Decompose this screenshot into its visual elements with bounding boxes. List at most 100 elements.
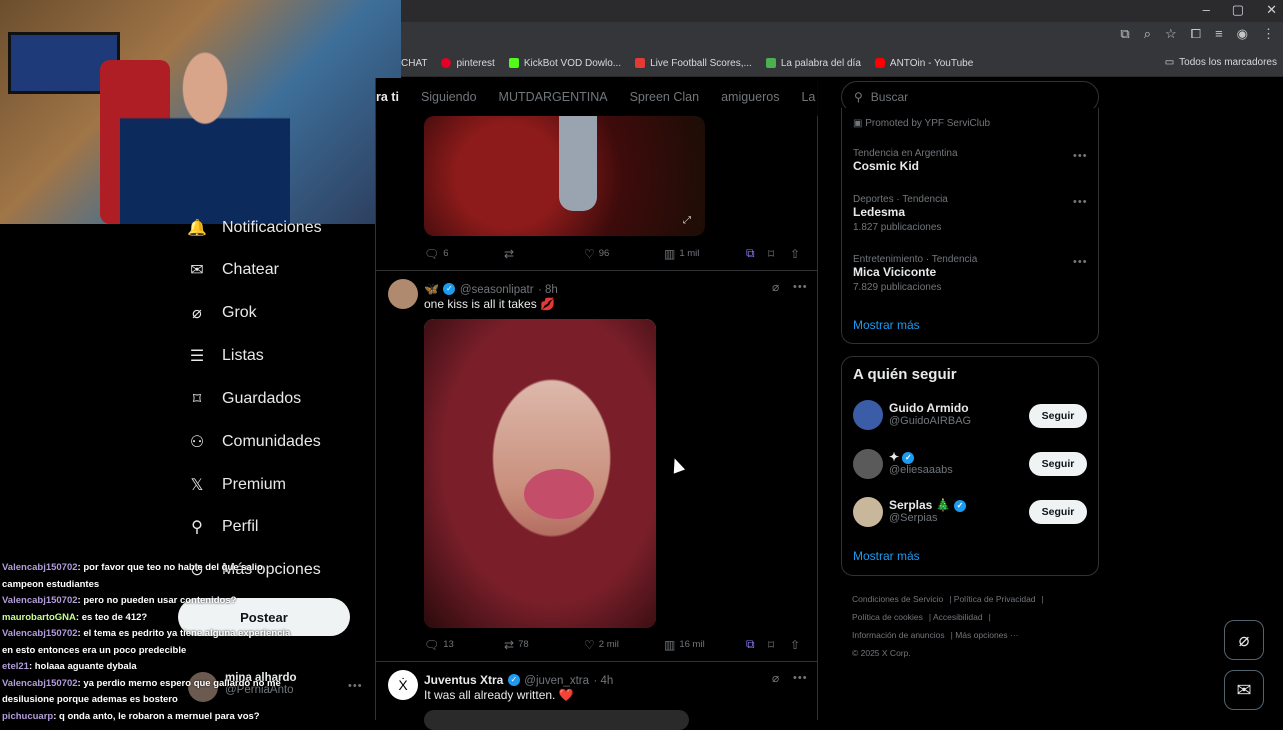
follow-suggestion[interactable]: Serplas 🎄 ✓ @Serpias	[889, 498, 966, 524]
nav-bookmarks[interactable]: ⌑ Guardados	[188, 384, 301, 414]
grok-explain-icon[interactable]: ⌀	[772, 280, 779, 294]
bookmark-youtube[interactable]: ANTOin - YouTube	[874, 58, 973, 69]
follow-button[interactable]: Seguir	[1029, 452, 1087, 476]
toolbar-icons: ⧉ ⌕ ☆ ⧠ ≡ ◉ ⋮	[1120, 26, 1275, 42]
maximize-button[interactable]: ▢	[1232, 2, 1244, 18]
tab-mutdargentina[interactable]: MUTDARGENTINA	[488, 90, 619, 104]
views-button[interactable]: ▥ 1 mil	[664, 247, 746, 261]
follow-suggestion[interactable]: Guido Armido @GuidoAIRBAG	[889, 401, 971, 427]
nav-grok[interactable]: ⌀ Grok	[188, 298, 257, 328]
footer-link[interactable]: Accesibilidad	[933, 612, 983, 622]
follow-button[interactable]: Seguir	[1029, 500, 1087, 524]
tweet-author-name[interactable]: Juventus Xtra	[424, 673, 503, 687]
sidebar-footer: Condiciones de Servicio | Política de Pri…	[852, 590, 1092, 662]
avatar[interactable]	[388, 279, 418, 309]
tweet-media[interactable]: ⤢	[424, 116, 705, 236]
chat-line: Valencabj150702: el tema es pedrito ya t…	[2, 628, 291, 656]
bookmark-pinterest[interactable]: pinterest	[441, 58, 495, 69]
tweet-author-handle[interactable]: @juven_xtra	[524, 675, 589, 687]
footer-link[interactable]: Política de Privacidad	[954, 594, 1036, 604]
reply-button[interactable]: 🗨 6	[424, 247, 504, 261]
messages-float-button[interactable]: ✉	[1224, 670, 1264, 710]
show-more-follow-link[interactable]: Mostrar más	[853, 549, 920, 563]
views-button[interactable]: ▥ 16 mil	[664, 638, 746, 652]
bookmark-icon[interactable]: ⌑	[768, 247, 790, 261]
share-icon[interactable]: ⇧	[790, 247, 806, 261]
follow-button[interactable]: Seguir	[1029, 404, 1087, 428]
nav-profile[interactable]: ⚲ Perfil	[188, 512, 258, 542]
trend-more-icon[interactable]: •••	[1073, 196, 1088, 208]
tab-following[interactable]: Siguiendo	[410, 90, 488, 104]
bookmark-chat[interactable]: CHAT	[401, 58, 427, 69]
nav-notifications[interactable]: 🔔 Notificaciones	[187, 213, 322, 243]
profile-icon[interactable]: ◉	[1237, 26, 1248, 42]
reply-icon: 🗨	[424, 637, 440, 652]
repost-button[interactable]: ⇄	[504, 247, 584, 261]
stream-chat: Valencabj150702: por favor que teo no ha…	[2, 560, 302, 725]
tweet-more-icon[interactable]: •••	[793, 672, 808, 684]
extensions-icon[interactable]: ⧠	[1191, 26, 1201, 42]
tweet-media[interactable]	[424, 319, 656, 628]
tweet-author-name[interactable]: 🦋	[424, 282, 439, 296]
nav-premium[interactable]: 𝕏 Premium	[188, 470, 286, 500]
tweet-time[interactable]: · 4h	[593, 675, 613, 687]
bookmark-palabra[interactable]: La palabra del día	[765, 58, 861, 69]
tab-spreen-clan[interactable]: Spreen Clan	[619, 90, 711, 104]
search-input[interactable]: Buscar	[871, 90, 908, 104]
menu-icon[interactable]: ⋮	[1262, 26, 1275, 42]
avatar[interactable]	[853, 497, 883, 527]
star-icon[interactable]: ☆	[1165, 26, 1177, 42]
reply-button[interactable]: 🗨 13	[424, 638, 504, 652]
expand-icon[interactable]: ⤢	[683, 215, 691, 226]
extension-bookmark-icon[interactable]: ⧉	[746, 246, 768, 261]
grok-explain-icon[interactable]: ⌀	[772, 671, 779, 685]
trend-item[interactable]: Deportes · Tendencia Ledesma 1.827 publi…	[853, 194, 948, 233]
footer-link[interactable]: Condiciones de Servicio	[852, 594, 943, 604]
media-icon[interactable]: ≡	[1215, 26, 1223, 42]
zoom-icon[interactable]: ⌕	[1144, 26, 1151, 42]
nav-communities[interactable]: ⚇ Comunidades	[188, 427, 321, 457]
like-button[interactable]: ♡ 2 mil	[584, 638, 664, 652]
tweet-text: one kiss is all it takes 💋	[424, 297, 555, 311]
bookmark-icon[interactable]: ⌑	[768, 638, 790, 652]
tweet-time[interactable]: · 8h	[538, 284, 558, 296]
footer-link[interactable]: Información de anuncios	[852, 630, 945, 640]
trend-item[interactable]: Entretenimiento · Tendencia Mica Vicicon…	[853, 254, 977, 293]
repost-button[interactable]: ⇄ 78	[504, 638, 584, 652]
bookmark-kickbot[interactable]: KickBot VOD Dowlo...	[508, 58, 621, 69]
avatar[interactable]	[853, 449, 883, 479]
trend-more-icon[interactable]: •••	[1073, 150, 1088, 162]
close-window-button[interactable]: ✕	[1266, 2, 1277, 18]
grok-float-button[interactable]: ⌀	[1224, 620, 1264, 660]
heart-icon: ♡	[584, 246, 595, 261]
share-icon[interactable]: ⇧	[790, 638, 806, 652]
trend-item[interactable]: Tendencia en Argentina Cosmic Kid	[853, 148, 958, 173]
footer-link[interactable]: Más opciones ···	[955, 630, 1018, 640]
like-button[interactable]: ♡ 96	[584, 247, 664, 261]
account-more-icon[interactable]: •••	[348, 680, 363, 692]
bookmark-icon: ⌑	[192, 391, 202, 408]
tab-for-you[interactable]: ra ti	[376, 90, 410, 104]
avatar[interactable]	[853, 400, 883, 430]
timeline-tabs: ra ti Siguiendo MUTDARGENTINA Spreen Cla…	[376, 78, 818, 116]
follow-suggestion[interactable]: ✦ ✓ @eliesaaabs	[889, 450, 953, 476]
trend-more-icon[interactable]: •••	[1073, 256, 1088, 268]
all-bookmarks[interactable]: ▭ Todos los marcadores	[1165, 57, 1277, 68]
avatar[interactable]: Ẋ	[388, 670, 418, 700]
extension-bookmark-icon[interactable]: ⧉	[746, 637, 768, 652]
tweet-more-icon[interactable]: •••	[793, 281, 808, 293]
tweet-author-handle[interactable]: @seasonlipatr	[460, 284, 534, 296]
cast-icon[interactable]: ⧉	[1120, 26, 1129, 42]
tab-strip[interactable]	[401, 0, 1283, 22]
nav-chat[interactable]: ✉ Chatear	[188, 255, 279, 285]
footer-link[interactable]: Política de cookies	[852, 612, 923, 622]
verified-icon: ✓	[443, 282, 456, 295]
minimize-button[interactable]: –	[1203, 2, 1210, 18]
show-more-trends-link[interactable]: Mostrar más	[853, 318, 920, 332]
bookmark-football[interactable]: Live Football Scores,...	[635, 58, 752, 69]
tab-amigueros[interactable]: amigueros	[710, 90, 790, 104]
tweet-media[interactable]	[424, 710, 689, 730]
list-icon: ☰	[189, 348, 205, 365]
nav-lists[interactable]: ☰ Listas	[188, 341, 264, 371]
tab-la[interactable]: La	[790, 90, 818, 104]
